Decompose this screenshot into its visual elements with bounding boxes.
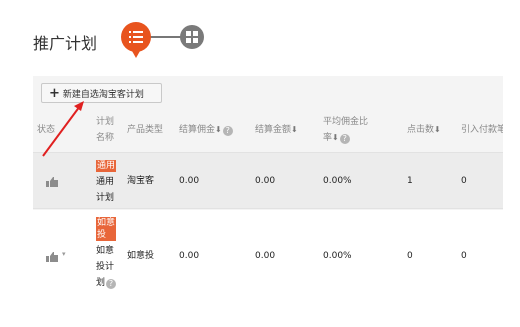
- chevron-down-icon[interactable]: ▾: [62, 250, 66, 258]
- settlement-amount: 0.00: [255, 251, 276, 261]
- avg-commission-rate: 0.00%: [323, 176, 352, 186]
- clicks: 1: [407, 176, 413, 186]
- table-row[interactable]: 通用 通用 计划 淘宝客 0.00 0.00 0.00% 1 0: [33, 152, 503, 209]
- sort-desc-icon: ⬇: [215, 125, 222, 134]
- clicks: 0: [407, 251, 413, 261]
- product-type: 淘宝客: [127, 176, 155, 186]
- settlement-commission: 0.00: [179, 251, 200, 261]
- thumbs-up-icon[interactable]: [46, 252, 58, 262]
- col-clicks-label: 点击数: [407, 125, 435, 135]
- table-row[interactable]: ▾ 如意 投 如意 投计 划? 如意投 0.00 0.00 0.00% 0 0: [33, 210, 503, 311]
- plan-name[interactable]: 通用 计划: [96, 174, 122, 206]
- avg-commission-rate: 0.00%: [323, 251, 352, 261]
- sort-desc-icon: ⬇: [332, 133, 339, 142]
- help-icon[interactable]: ?: [106, 279, 117, 289]
- plan-name-cell: 通用 通用 计划: [96, 158, 122, 206]
- settlement-amount: 0.00: [255, 176, 276, 186]
- thumbs-up-icon[interactable]: [46, 177, 58, 187]
- col-status: 状态: [37, 125, 56, 135]
- help-icon[interactable]: ?: [339, 134, 350, 144]
- paid-orders: 0: [461, 251, 467, 261]
- panel-edge: [503, 76, 520, 311]
- col-settlement-amount-label: 结算金额: [255, 125, 292, 135]
- col-paid-orders: 引入付款笔: [461, 125, 503, 135]
- page-title: 推广计划: [33, 34, 98, 53]
- plan-name-wrap: 如意 投计 划?: [96, 243, 122, 291]
- plan-name-cell: 如意 投 如意 投计 划?: [96, 217, 122, 291]
- plan-type-tag: 通用: [96, 160, 117, 172]
- list-view-button[interactable]: [121, 22, 151, 58]
- grid-icon: [186, 31, 198, 43]
- help-icon[interactable]: ?: [222, 126, 233, 136]
- plan-table-panel: + 新建自选淘宝客计划 状态 计划 名称 产品类型 结算佣金⬇? 结算金额⬇ 平…: [33, 76, 503, 311]
- col-settlement-commission-label: 结算佣金: [179, 125, 216, 135]
- grid-view-button[interactable]: [180, 25, 204, 49]
- col-plan-name: 计划 名称: [96, 117, 115, 143]
- plus-icon: +: [49, 85, 60, 101]
- paid-orders: 0: [461, 176, 467, 186]
- col-avg-commission-rate[interactable]: 平均佣金比 率⬇?: [323, 114, 368, 146]
- plan-type-tag: 如意 投: [96, 217, 117, 241]
- sort-desc-icon: ⬇: [291, 125, 298, 134]
- col-product-type: 产品类型: [127, 125, 164, 135]
- col-clicks[interactable]: 点击数⬇: [407, 122, 441, 138]
- new-plan-button[interactable]: + 新建自选淘宝客计划: [41, 83, 162, 103]
- col-settlement-amount[interactable]: 结算金额⬇: [255, 122, 298, 138]
- view-toggle: [121, 22, 211, 58]
- product-type: 如意投: [127, 251, 155, 261]
- sort-desc-icon: ⬇: [434, 125, 441, 134]
- col-settlement-commission[interactable]: 结算佣金⬇?: [179, 122, 233, 138]
- new-plan-label: 新建自选淘宝客计划: [62, 89, 144, 100]
- list-icon: [129, 31, 143, 43]
- settlement-commission: 0.00: [179, 176, 200, 186]
